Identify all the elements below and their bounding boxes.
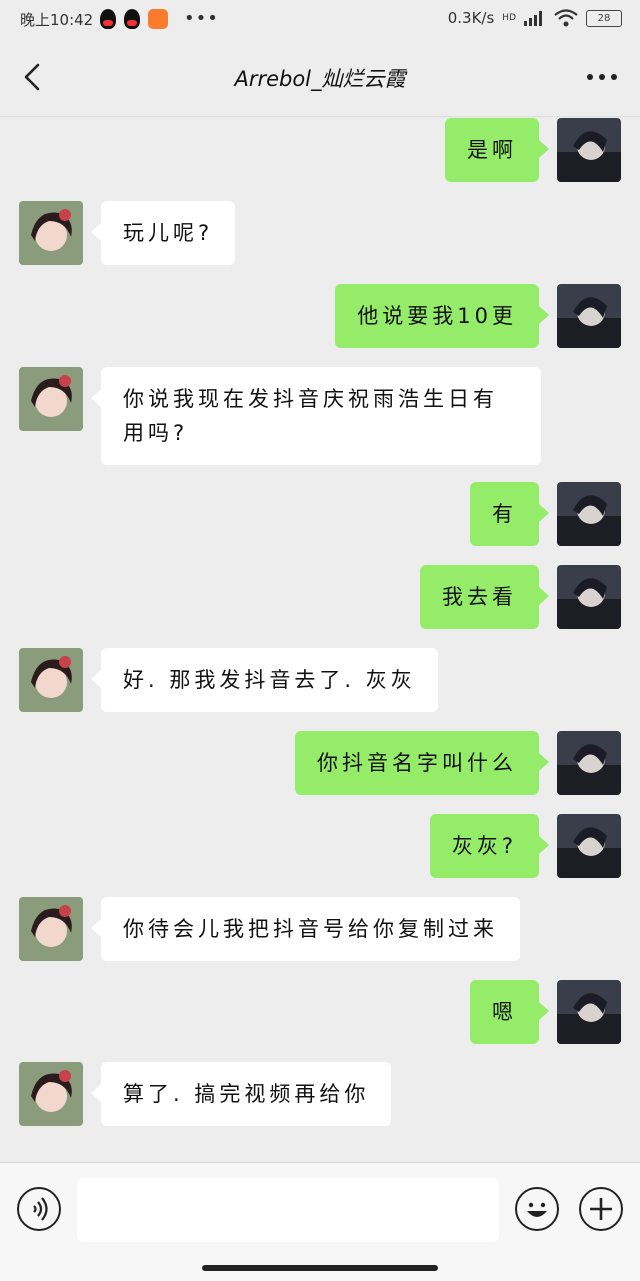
message-list[interactable]: 是啊 玩儿呢? 他说要我10更 你说我现在发抖音庆祝雨浩生日有用吗? 有 我去看	[0, 116, 640, 1166]
message-bubble[interactable]: 有	[470, 482, 549, 546]
contact-avatar[interactable]	[19, 201, 83, 265]
message-bubble[interactable]: 嗯	[470, 980, 549, 1044]
plus-icon[interactable]	[579, 1187, 623, 1231]
message-bubble[interactable]: 好. 那我发抖音去了. 灰灰	[91, 648, 438, 712]
contact-avatar[interactable]	[19, 648, 83, 712]
my-avatar[interactable]	[557, 118, 621, 182]
status-time: 晚上10:42	[20, 11, 94, 29]
home-indicator[interactable]	[202, 1265, 438, 1271]
battery-indicator: 28	[586, 9, 622, 27]
more-notifications-icon: •••	[184, 8, 219, 29]
message-bubble[interactable]: 你抖音名字叫什么	[295, 731, 549, 795]
net-type: HD	[502, 13, 516, 23]
more-icon[interactable]	[582, 60, 622, 94]
my-avatar[interactable]	[557, 814, 621, 878]
signal-icon	[524, 11, 542, 26]
shop-icon	[148, 8, 168, 29]
message-bubble[interactable]: 你说我现在发抖音庆祝雨浩生日有用吗?	[91, 367, 541, 465]
input-bar	[0, 1162, 640, 1281]
contact-avatar[interactable]	[19, 367, 83, 431]
message-bubble[interactable]: 你待会儿我把抖音号给你复制过来	[91, 897, 520, 961]
message-bubble[interactable]: 他说要我10更	[335, 284, 549, 348]
message-bubble[interactable]: 我去看	[420, 565, 549, 629]
my-avatar[interactable]	[557, 731, 621, 795]
qq-icon	[124, 8, 140, 29]
status-right: 0.3K/s HD 28	[448, 9, 622, 27]
my-avatar[interactable]	[557, 565, 621, 629]
status-bar: 晚上10:42 ••• 0.3K/s HD 28	[0, 0, 640, 38]
notification-icons: •••	[100, 8, 219, 29]
my-avatar[interactable]	[557, 482, 621, 546]
voice-icon[interactable]	[17, 1187, 61, 1231]
chat-header: Arrebol_灿烂云霞	[0, 38, 640, 117]
emoji-icon[interactable]	[515, 1187, 559, 1231]
contact-avatar[interactable]	[19, 897, 83, 961]
my-avatar[interactable]	[557, 284, 621, 348]
qq-icon	[100, 8, 116, 29]
contact-avatar[interactable]	[19, 1062, 83, 1126]
message-bubble[interactable]: 算了. 搞完视频再给你	[90, 1062, 392, 1126]
message-input[interactable]	[77, 1178, 499, 1242]
wifi-icon	[554, 9, 578, 27]
my-avatar[interactable]	[557, 980, 621, 1044]
chat-title: Arrebol_灿烂云霞	[234, 67, 406, 91]
net-speed: 0.3K/s	[447, 9, 495, 27]
message-bubble[interactable]: 玩儿呢?	[90, 201, 236, 265]
message-bubble[interactable]: 灰灰?	[429, 814, 550, 878]
message-bubble[interactable]: 是啊	[445, 118, 549, 182]
